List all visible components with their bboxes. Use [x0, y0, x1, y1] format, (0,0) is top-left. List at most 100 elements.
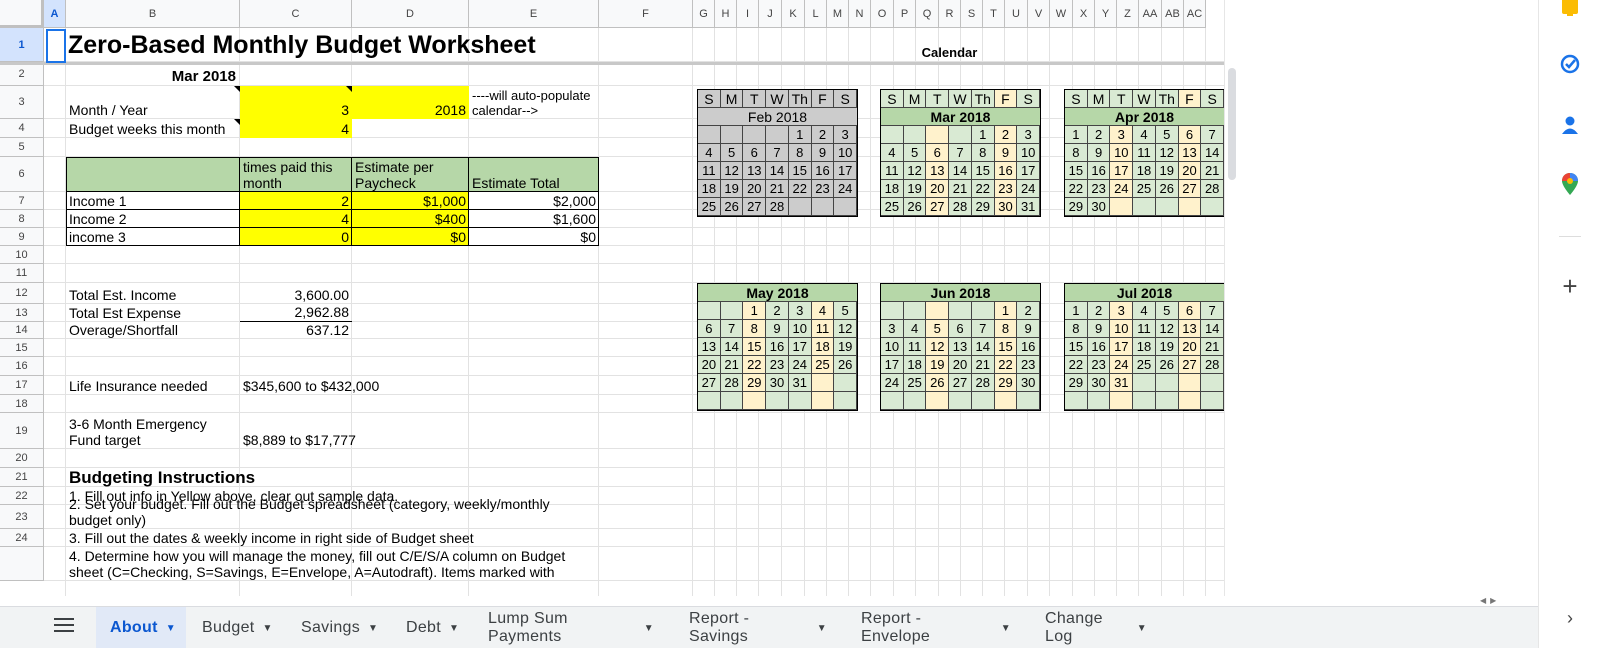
calendar-day[interactable]: 11 [1133, 320, 1156, 338]
month-label[interactable]: Mar 2018 [66, 62, 240, 86]
calendar-day[interactable]: 22 [971, 180, 995, 198]
calendar-day[interactable]: 26 [926, 374, 950, 392]
calendar-day[interactable]: 1 [1065, 302, 1088, 320]
calendar-day[interactable]: 21 [720, 356, 744, 374]
row-header-17[interactable]: 17 [0, 376, 44, 395]
calendar-day[interactable]: 15 [788, 162, 812, 180]
calendar-day[interactable]: 31 [788, 374, 812, 392]
calendar-day[interactable]: 10 [1017, 144, 1041, 162]
calendar-day[interactable]: 1 [1065, 126, 1088, 144]
calendar-day[interactable]: 3 [788, 302, 812, 320]
calendar-day[interactable] [834, 198, 858, 216]
column-header-Q[interactable]: Q [916, 0, 939, 28]
calendar-day[interactable]: 3 [881, 320, 904, 338]
calendar-day[interactable]: 14 [1201, 320, 1224, 338]
calendar-label[interactable]: Calendar [693, 28, 1206, 62]
spreadsheet-grid[interactable]: A B C D E F G H I J K L M N O P Q R S T U V W X Y Z AA AB AC 1 2 3 4 5 6 7 8… [0, 0, 1224, 596]
calendar-apr-2018[interactable]: S M T W Th F S Apr 2018 1 2 3 4 5 6 7 8 9 10 11 12 13 14 15 16 1… [1064, 89, 1224, 217]
calendar-day[interactable]: 24 [1017, 180, 1041, 198]
calendar-day[interactable]: 15 [1065, 162, 1088, 180]
income-name[interactable]: Income 2 [66, 210, 240, 228]
row-header-20[interactable]: 20 [0, 449, 44, 468]
column-header-V[interactable]: V [1028, 0, 1050, 28]
calendar-day[interactable]: 26 [1155, 356, 1179, 374]
calendar-day[interactable]: 7 [1201, 126, 1224, 144]
calendar-day[interactable]: 25 [881, 198, 904, 216]
calendar-day[interactable]: 5 [903, 144, 927, 162]
calendar-day[interactable]: 23 [766, 356, 789, 374]
calendar-feb-2018[interactable]: S M T W Th F S Feb 2018 1 2 3 4 5 6 7 8 9 10 11 12 13 14 15 16 1… [697, 89, 858, 217]
calendar-day[interactable]: 23 [811, 180, 835, 198]
calendar-day[interactable]: 14 [766, 162, 789, 180]
calendar-day[interactable]: 30 [766, 374, 789, 392]
calendar-day[interactable]: 18 [1133, 162, 1156, 180]
row-header-6[interactable]: 6 [0, 157, 44, 192]
calendar-day[interactable]: 2 [994, 126, 1018, 144]
instruction-2[interactable]: 2. Set your budget. Fill out the Budget … [66, 496, 596, 529]
calendar-day[interactable] [1017, 392, 1041, 410]
contacts-icon[interactable] [1558, 113, 1582, 137]
calendar-day[interactable] [1155, 374, 1179, 392]
note-indicator[interactable] [346, 86, 352, 92]
tab-change-log[interactable]: Change Log ▼ [1031, 607, 1161, 648]
column-header-M[interactable]: M [827, 0, 849, 28]
row-header-15[interactable]: 15 [0, 339, 44, 357]
calendar-day[interactable]: 20 [1178, 338, 1202, 356]
calendar-day[interactable]: 17 [1110, 338, 1134, 356]
row-header-14[interactable]: 14 [0, 322, 44, 339]
calendar-day[interactable]: 6 [1178, 126, 1202, 144]
calendar-day[interactable]: 26 [834, 356, 858, 374]
calendar-day[interactable]: 15 [994, 338, 1018, 356]
header-times-paid[interactable]: times paid this month [240, 157, 352, 192]
calendar-day[interactable] [926, 302, 950, 320]
calendar-day[interactable] [743, 392, 767, 410]
calendar-day[interactable]: 7 [766, 144, 789, 162]
calendar-day[interactable] [903, 392, 927, 410]
chevron-down-icon[interactable]: ▼ [1001, 623, 1011, 634]
column-header-G[interactable]: G [693, 0, 715, 28]
calendar-day[interactable]: 8 [971, 144, 995, 162]
calendar-day[interactable]: 17 [1110, 162, 1134, 180]
maps-icon[interactable] [1558, 172, 1582, 196]
calendar-day[interactable] [1087, 392, 1111, 410]
calendar-day[interactable]: 23 [1087, 356, 1111, 374]
total-expense-value[interactable]: 2,962.88 [240, 304, 352, 322]
calendar-day[interactable]: 5 [834, 302, 858, 320]
calendar-day[interactable] [1178, 392, 1202, 410]
tab-report-savings[interactable]: Report - Savings ▼ [675, 607, 841, 648]
calendar-day[interactable]: 9 [811, 144, 835, 162]
calendar-day[interactable]: 11 [698, 162, 721, 180]
calendar-day[interactable]: 27 [926, 198, 950, 216]
calendar-day[interactable]: 27 [1178, 356, 1202, 374]
calendar-day[interactable]: 21 [971, 356, 995, 374]
row-header-11[interactable]: 11 [0, 264, 44, 283]
note-indicator[interactable] [234, 86, 240, 92]
calendar-day[interactable]: 26 [1155, 180, 1179, 198]
calendar-day[interactable]: 8 [743, 320, 767, 338]
calendar-day[interactable] [1133, 374, 1156, 392]
calendar-day[interactable]: 6 [949, 320, 972, 338]
overage-value[interactable]: 637.12 [240, 322, 352, 339]
calendar-day[interactable]: 14 [949, 162, 972, 180]
calendar-day[interactable] [949, 126, 972, 144]
column-header-O[interactable]: O [871, 0, 894, 28]
calendar-day[interactable]: 27 [743, 198, 767, 216]
calendar-day[interactable]: 10 [834, 144, 858, 162]
calendar-day[interactable]: 13 [949, 338, 972, 356]
calendar-day[interactable]: 11 [881, 162, 904, 180]
budget-weeks-input[interactable]: 4 [240, 119, 352, 138]
tab-report-envelope[interactable]: Report - Envelope ▼ [847, 607, 1025, 648]
sheet-title[interactable]: Zero-Based Monthly Budget Worksheet [66, 28, 693, 62]
column-header-H[interactable]: H [715, 0, 737, 28]
calendar-day[interactable]: 6 [743, 144, 767, 162]
times-paid-input[interactable]: 4 [240, 210, 352, 228]
calendar-day[interactable]: 30 [1087, 374, 1111, 392]
calendar-day[interactable]: 14 [1201, 144, 1224, 162]
instruction-3[interactable]: 3. Fill out the dates & weekly income in… [66, 529, 693, 547]
calendar-day[interactable] [926, 126, 950, 144]
calendar-day[interactable]: 21 [949, 180, 972, 198]
row-header-16[interactable]: 16 [0, 357, 44, 376]
chevron-down-icon[interactable]: ▼ [166, 623, 176, 634]
calendar-day[interactable] [811, 374, 835, 392]
calendar-day[interactable]: 18 [698, 180, 721, 198]
